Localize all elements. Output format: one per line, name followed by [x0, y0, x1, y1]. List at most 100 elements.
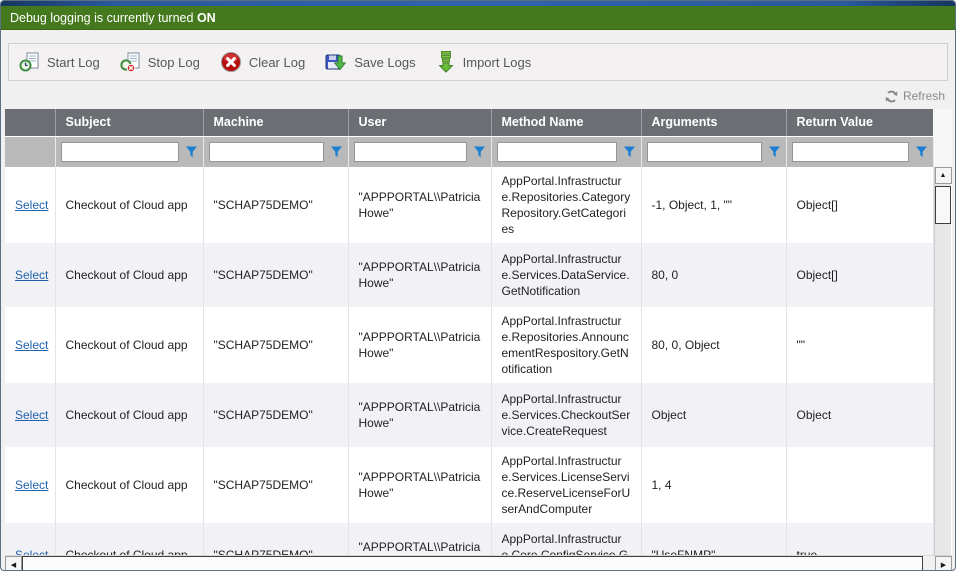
- column-header-subject[interactable]: Subject: [55, 109, 203, 136]
- cell-return-value: "": [786, 307, 933, 383]
- cell-machine: "SCHAP75DEMO": [203, 447, 348, 523]
- cell-subject: Checkout of Cloud app: [55, 307, 203, 383]
- scroll-left-button[interactable]: ◀: [5, 556, 22, 571]
- filter-input-method-name[interactable]: [497, 142, 617, 162]
- cell-return-value: true: [786, 523, 933, 555]
- start-log-label: Start Log: [47, 55, 100, 70]
- log-toolbar: Start Log Stop Log Clear Log: [8, 43, 948, 81]
- stop-log-button[interactable]: Stop Log: [120, 52, 200, 72]
- vertical-scroll-thumb[interactable]: [935, 186, 951, 224]
- scroll-right-button[interactable]: ▶: [935, 556, 952, 571]
- clear-log-button[interactable]: Clear Log: [220, 51, 305, 73]
- filter-icon[interactable]: [915, 146, 928, 158]
- scroll-up-button[interactable]: ▲: [935, 167, 952, 184]
- cell-user: "APPPORTAL\\PatriciaHowe": [348, 167, 491, 243]
- log-rows-viewport: Select Checkout of Cloud app "SCHAP75DEM…: [5, 167, 952, 555]
- cell-method-name: AppPortal.Infrastructure.Services.Licens…: [491, 447, 641, 523]
- save-logs-button[interactable]: Save Logs: [325, 51, 415, 73]
- log-row: Select Checkout of Cloud app "SCHAP75DEM…: [5, 243, 933, 307]
- stop-log-icon: [120, 52, 141, 72]
- cell-method-name: AppPortal.Infrastructure.Repositories.Ca…: [491, 167, 641, 243]
- cell-method-name: AppPortal.Infrastructure.Repositories.An…: [491, 307, 641, 383]
- horizontal-scroll-thumb[interactable]: [22, 556, 923, 571]
- refresh-button[interactable]: Refresh: [885, 89, 945, 103]
- log-row: Select Checkout of Cloud app "SCHAP75DEM…: [5, 447, 933, 523]
- cell-arguments: Object: [641, 383, 786, 447]
- cell-arguments: "UseFNMP": [641, 523, 786, 555]
- horizontal-scrollbar[interactable]: ◀ ▶: [5, 555, 952, 571]
- refresh-icon: [885, 90, 898, 103]
- cell-user: "APPPORTAL\\PatriciaHowe": [348, 383, 491, 447]
- cell-machine: "SCHAP75DEMO": [203, 523, 348, 555]
- log-grid-header: Subject Machine User Method Name Argumen…: [5, 109, 934, 167]
- cell-return-value: Object[]: [786, 167, 933, 243]
- log-row: Select Checkout of Cloud app "SCHAP75DEM…: [5, 167, 933, 243]
- column-header-return-value[interactable]: Return Value: [786, 109, 933, 136]
- cell-user: "APPPORTAL\\PatriciaHowe": [348, 523, 491, 555]
- clear-log-icon: [220, 51, 242, 73]
- start-log-icon: [19, 52, 40, 72]
- start-log-button[interactable]: Start Log: [19, 52, 100, 72]
- select-link[interactable]: Select: [15, 338, 48, 352]
- debug-log-window: Debug logging is currently turned ON Sta…: [0, 0, 956, 571]
- cell-machine: "SCHAP75DEMO": [203, 383, 348, 447]
- cell-subject: Checkout of Cloud app: [55, 167, 203, 243]
- filter-input-return-value[interactable]: [792, 142, 909, 162]
- cell-return-value: Object[]: [786, 243, 933, 307]
- clear-log-label: Clear Log: [249, 55, 305, 70]
- column-header-method-name[interactable]: Method Name: [491, 109, 641, 136]
- column-header-arguments[interactable]: Arguments: [641, 109, 786, 136]
- select-link[interactable]: Select: [15, 408, 48, 422]
- cell-subject: Checkout of Cloud app: [55, 447, 203, 523]
- filter-input-arguments[interactable]: [647, 142, 762, 162]
- cell-user: "APPPORTAL\\PatriciaHowe": [348, 447, 491, 523]
- filter-icon[interactable]: [473, 146, 486, 158]
- stop-log-label: Stop Log: [148, 55, 200, 70]
- cell-machine: "SCHAP75DEMO": [203, 307, 348, 383]
- cell-arguments: 80, 0: [641, 243, 786, 307]
- cell-subject: Checkout of Cloud app: [55, 383, 203, 447]
- cell-arguments: 1, 4: [641, 447, 786, 523]
- filter-cell-blank: [5, 136, 55, 167]
- import-logs-button[interactable]: Import Logs: [436, 51, 532, 73]
- filter-icon[interactable]: [623, 146, 636, 158]
- cell-machine: "SCHAP75DEMO": [203, 167, 348, 243]
- cell-method-name: AppPortal.Infrastructure.Services.Checko…: [491, 383, 641, 447]
- import-logs-label: Import Logs: [463, 55, 532, 70]
- filter-input-machine[interactable]: [209, 142, 324, 162]
- filter-icon[interactable]: [768, 146, 781, 158]
- filter-icon[interactable]: [330, 146, 343, 158]
- log-row: Select Checkout of Cloud app "SCHAP75DEM…: [5, 523, 933, 555]
- import-logs-icon: [436, 51, 456, 73]
- cell-subject: Checkout of Cloud app: [55, 523, 203, 555]
- vertical-scrollbar[interactable]: ▲: [934, 167, 951, 555]
- refresh-label: Refresh: [903, 89, 945, 103]
- header-row: Subject Machine User Method Name Argumen…: [5, 109, 933, 136]
- cell-user: "APPPORTAL\\PatriciaHowe": [348, 307, 491, 383]
- filter-row: [5, 136, 933, 167]
- cell-method-name: AppPortal.Infrastructure.Services.DataSe…: [491, 243, 641, 307]
- cell-return-value: [786, 447, 933, 523]
- refresh-row: Refresh: [1, 89, 945, 107]
- log-rows-table: Select Checkout of Cloud app "SCHAP75DEM…: [5, 167, 934, 555]
- cell-return-value: Object: [786, 383, 933, 447]
- column-header-machine[interactable]: Machine: [203, 109, 348, 136]
- select-link[interactable]: Select: [15, 198, 48, 212]
- cell-user: "APPPORTAL\\PatriciaHowe": [348, 243, 491, 307]
- debug-status-banner: Debug logging is currently turned ON: [1, 6, 955, 30]
- save-logs-icon: [325, 51, 347, 73]
- banner-message: Debug logging is currently turned: [10, 11, 193, 25]
- log-grid: Subject Machine User Method Name Argumen…: [5, 109, 952, 555]
- save-logs-label: Save Logs: [354, 55, 415, 70]
- filter-input-subject[interactable]: [61, 142, 179, 162]
- cell-method-name: AppPortal.Infrastructure.Core.ConfigServ…: [491, 523, 641, 555]
- cell-subject: Checkout of Cloud app: [55, 243, 203, 307]
- cell-machine: "SCHAP75DEMO": [203, 243, 348, 307]
- filter-icon[interactable]: [185, 146, 198, 158]
- column-header-select: [5, 109, 55, 136]
- column-header-user[interactable]: User: [348, 109, 491, 136]
- select-link[interactable]: Select: [15, 268, 48, 282]
- filter-input-user[interactable]: [354, 142, 467, 162]
- select-link[interactable]: Select: [15, 478, 48, 492]
- select-link[interactable]: Select: [15, 548, 48, 555]
